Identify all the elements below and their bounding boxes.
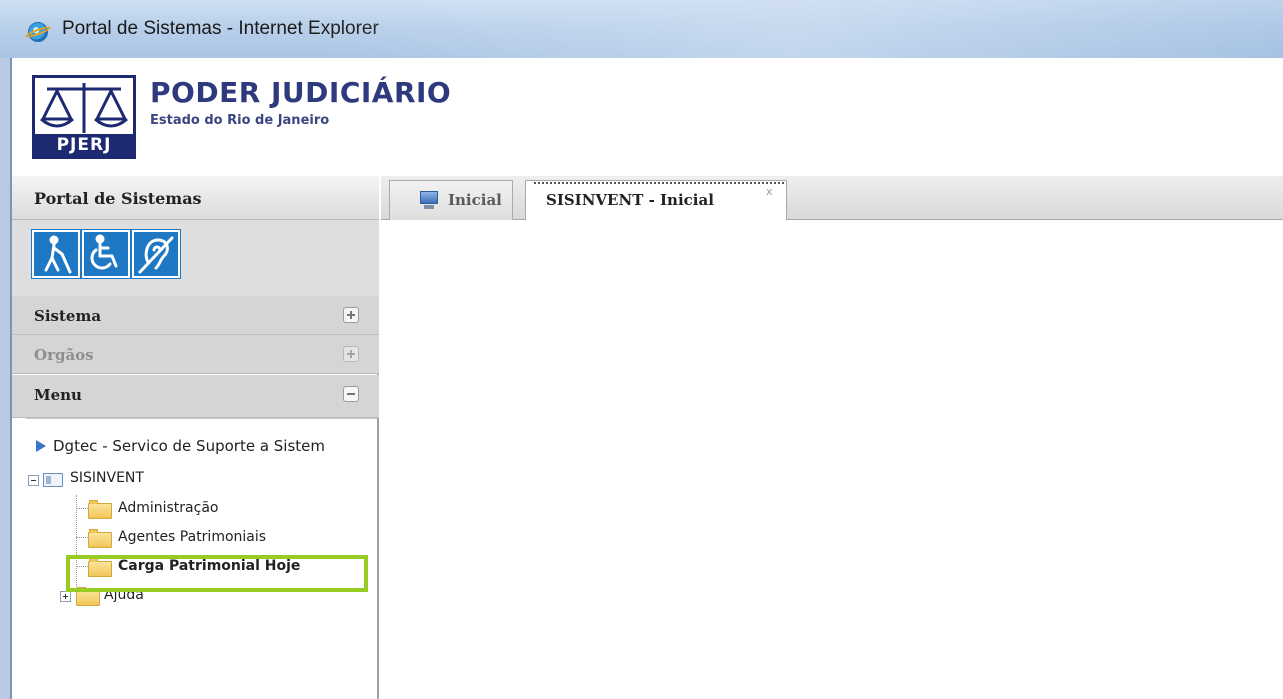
tab-label: Inicial: [448, 191, 502, 209]
tree-item-agentes-patrimoniais[interactable]: Agentes Patrimoniais: [118, 529, 266, 545]
folder-icon: [88, 500, 112, 519]
organization-subtitle: Estado do Rio de Janeiro: [150, 113, 330, 128]
collapse-tree-icon[interactable]: [28, 475, 39, 486]
scales-of-justice-icon: [40, 83, 128, 133]
accessibility-bar: [12, 220, 379, 296]
expand-tree-icon[interactable]: [60, 591, 71, 602]
divider: [26, 418, 377, 419]
section-label: Orgãos: [34, 346, 94, 364]
left-panel: Portal de Sistemas Sistema Orgãos Menu D…: [12, 176, 379, 699]
collapse-icon[interactable]: [343, 386, 359, 402]
system-icon: [43, 473, 63, 487]
tree-connector: [76, 508, 88, 510]
visual-impairment-icon[interactable]: [32, 230, 80, 278]
hearing-impairment-icon[interactable]: [132, 230, 180, 278]
section-label: Sistema: [34, 307, 102, 325]
tab-sisinvent-inicial[interactable]: SISINVENT - Inicial x: [525, 180, 787, 221]
tree-item-administracao[interactable]: Administração: [118, 500, 218, 516]
folder-icon: [76, 587, 100, 606]
tab-strip: Inicial SISINVENT - Inicial x: [381, 176, 1283, 221]
page-header: PJERJ PODER JUDICIÁRIO Estado do Rio de …: [12, 58, 1283, 176]
monitor-icon: [420, 191, 438, 209]
tab-inicial[interactable]: Inicial: [389, 180, 513, 220]
folder-icon: [88, 529, 112, 548]
focus-outline: [534, 182, 784, 184]
play-arrow-icon: [36, 440, 46, 452]
highlight-box: [66, 555, 368, 592]
window-frame-left: [0, 58, 12, 699]
tab-label: SISINVENT - Inicial: [546, 191, 714, 209]
section-orgaos[interactable]: Orgãos: [12, 335, 379, 374]
close-icon[interactable]: x: [766, 185, 773, 198]
internet-explorer-icon: [28, 22, 48, 42]
menu-root-label: Dgtec - Servico de Suporte a Sistem: [53, 437, 326, 455]
logo-text: PJERJ: [35, 134, 133, 156]
expand-icon[interactable]: [343, 307, 359, 323]
section-label: Menu: [34, 386, 82, 404]
menu-root-item[interactable]: Dgtec - Servico de Suporte a Sistem: [22, 428, 377, 464]
panel-title-bar: Portal de Sistemas: [12, 176, 379, 220]
panel-title: Portal de Sistemas: [34, 189, 202, 208]
organization-name: PODER JUDICIÁRIO: [150, 76, 452, 109]
pjerj-logo: PJERJ: [32, 75, 136, 159]
section-menu[interactable]: Menu: [12, 375, 379, 418]
section-sistema[interactable]: Sistema: [12, 296, 379, 335]
wheelchair-icon[interactable]: [82, 230, 130, 278]
window-titlebar: Portal de Sistemas - Internet Explorer: [0, 0, 1283, 58]
window-title: Portal de Sistemas - Internet Explorer: [62, 18, 379, 39]
expand-icon[interactable]: [343, 346, 359, 362]
tree-item-sisinvent[interactable]: SISINVENT: [70, 470, 144, 486]
tree-connector: [76, 537, 88, 539]
content-area: [381, 220, 1283, 699]
